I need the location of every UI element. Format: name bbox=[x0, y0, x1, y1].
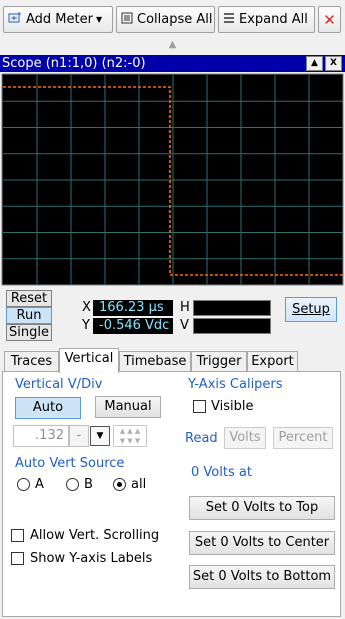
add-meter-button[interactable]: Add Meter ▼ bbox=[3, 6, 113, 33]
close-scope-icon[interactable]: X bbox=[325, 56, 342, 71]
calipers-title: Y-Axis Calipers bbox=[188, 377, 283, 392]
read-label: Read bbox=[185, 431, 218, 446]
source-b-label: B bbox=[84, 477, 93, 492]
tab-timebase[interactable]: Timebase bbox=[119, 351, 191, 372]
collapse-all-button[interactable]: Collapse All bbox=[116, 6, 215, 33]
zero-volts-title: 0 Volts at bbox=[191, 465, 252, 480]
expand-all-button[interactable]: Expand All bbox=[218, 6, 315, 33]
show-labels-checkbox[interactable] bbox=[11, 552, 24, 565]
close-icon[interactable]: ✕ bbox=[318, 6, 341, 33]
v-label: V bbox=[180, 318, 189, 333]
tab-trigger[interactable]: Trigger bbox=[191, 351, 247, 372]
collapse-all-label: Collapse All bbox=[137, 12, 213, 27]
zero-to-bottom-button[interactable]: Set 0 Volts to Bottom bbox=[189, 565, 335, 589]
vertical-panel: Vertical V/Div Auto Manual .132 - ▼ ▲ ▲ … bbox=[2, 371, 341, 617]
vdiv-value-input[interactable]: .132 bbox=[13, 425, 69, 447]
x-readout: 166.23 µs bbox=[93, 300, 173, 316]
tab-traces[interactable]: Traces bbox=[4, 351, 59, 372]
zero-to-center-button[interactable]: Set 0 Volts to Center bbox=[189, 531, 335, 555]
tab-export[interactable]: Export bbox=[247, 351, 298, 372]
tab-vertical[interactable]: Vertical bbox=[59, 348, 119, 373]
source-all-label: all bbox=[131, 477, 147, 492]
v-readout bbox=[193, 318, 271, 334]
read-percent-button[interactable]: Percent bbox=[273, 427, 333, 449]
expand-all-icon bbox=[223, 12, 235, 28]
read-volts-button[interactable]: Volts bbox=[224, 427, 266, 449]
source-a-radio[interactable] bbox=[17, 478, 30, 491]
collapse-arrow-icon: ▲ bbox=[168, 39, 177, 50]
calipers-visible-checkbox[interactable] bbox=[193, 400, 206, 413]
auto-button[interactable]: Auto bbox=[15, 397, 81, 419]
scope-title: Scope (n1:1,0) (n2:-0) bbox=[2, 56, 146, 71]
h-label: H bbox=[180, 300, 190, 315]
scope-display[interactable] bbox=[0, 72, 345, 288]
run-button[interactable]: Run bbox=[6, 307, 52, 324]
single-button[interactable]: Single bbox=[6, 324, 52, 341]
vdiv-dropdown-icon[interactable]: ▼ bbox=[90, 426, 110, 446]
dropdown-arrow-icon: ▼ bbox=[95, 15, 103, 24]
scope-screen[interactable] bbox=[0, 72, 345, 288]
h-readout bbox=[193, 300, 271, 316]
add-meter-label: Add Meter bbox=[26, 12, 93, 27]
show-labels-label: Show Y-axis Labels bbox=[30, 551, 153, 566]
allow-scrolling-checkbox[interactable] bbox=[11, 529, 24, 542]
x-label: X bbox=[82, 300, 91, 315]
zero-to-top-button[interactable]: Set 0 Volts to Top bbox=[189, 496, 335, 520]
allow-scrolling-label: Allow Vert. Scrolling bbox=[30, 528, 160, 543]
tab-strip: Traces Vertical Timebase Trigger Export bbox=[0, 348, 345, 373]
vdiv-title: Vertical V/Div bbox=[15, 377, 103, 392]
setup-button[interactable]: Setup bbox=[285, 297, 337, 322]
source-all-radio[interactable] bbox=[113, 478, 126, 491]
readout-panel: Reset Run Single X 166.23 µs Y -0.546 Vd… bbox=[0, 288, 345, 342]
auto-source-title: Auto Vert Source bbox=[15, 456, 125, 471]
vdiv-unit-display: - bbox=[69, 425, 89, 447]
collapse-strip[interactable]: ▲ bbox=[0, 36, 345, 54]
source-b-radio[interactable] bbox=[66, 478, 79, 491]
scope-title-bar: Scope (n1:1,0) (n2:-0) ▲ X bbox=[0, 55, 345, 72]
reset-button[interactable]: Reset bbox=[6, 290, 52, 307]
add-meter-icon bbox=[8, 11, 22, 29]
manual-button[interactable]: Manual bbox=[95, 396, 161, 418]
vdiv-spinner[interactable]: ▲ ▲ ▲ ▼ ▼ ▼ bbox=[113, 425, 147, 447]
y-label: Y bbox=[82, 318, 90, 333]
collapse-all-icon bbox=[121, 12, 133, 28]
source-a-label: A bbox=[35, 477, 44, 492]
calipers-visible-label: Visible bbox=[211, 399, 254, 414]
expand-all-label: Expand All bbox=[239, 12, 308, 27]
minimize-icon[interactable]: ▲ bbox=[306, 56, 323, 71]
y-readout: -0.546 Vdc bbox=[93, 318, 173, 334]
toolbar: Add Meter ▼ Collapse All Expand All ✕ ▲ bbox=[0, 0, 345, 56]
